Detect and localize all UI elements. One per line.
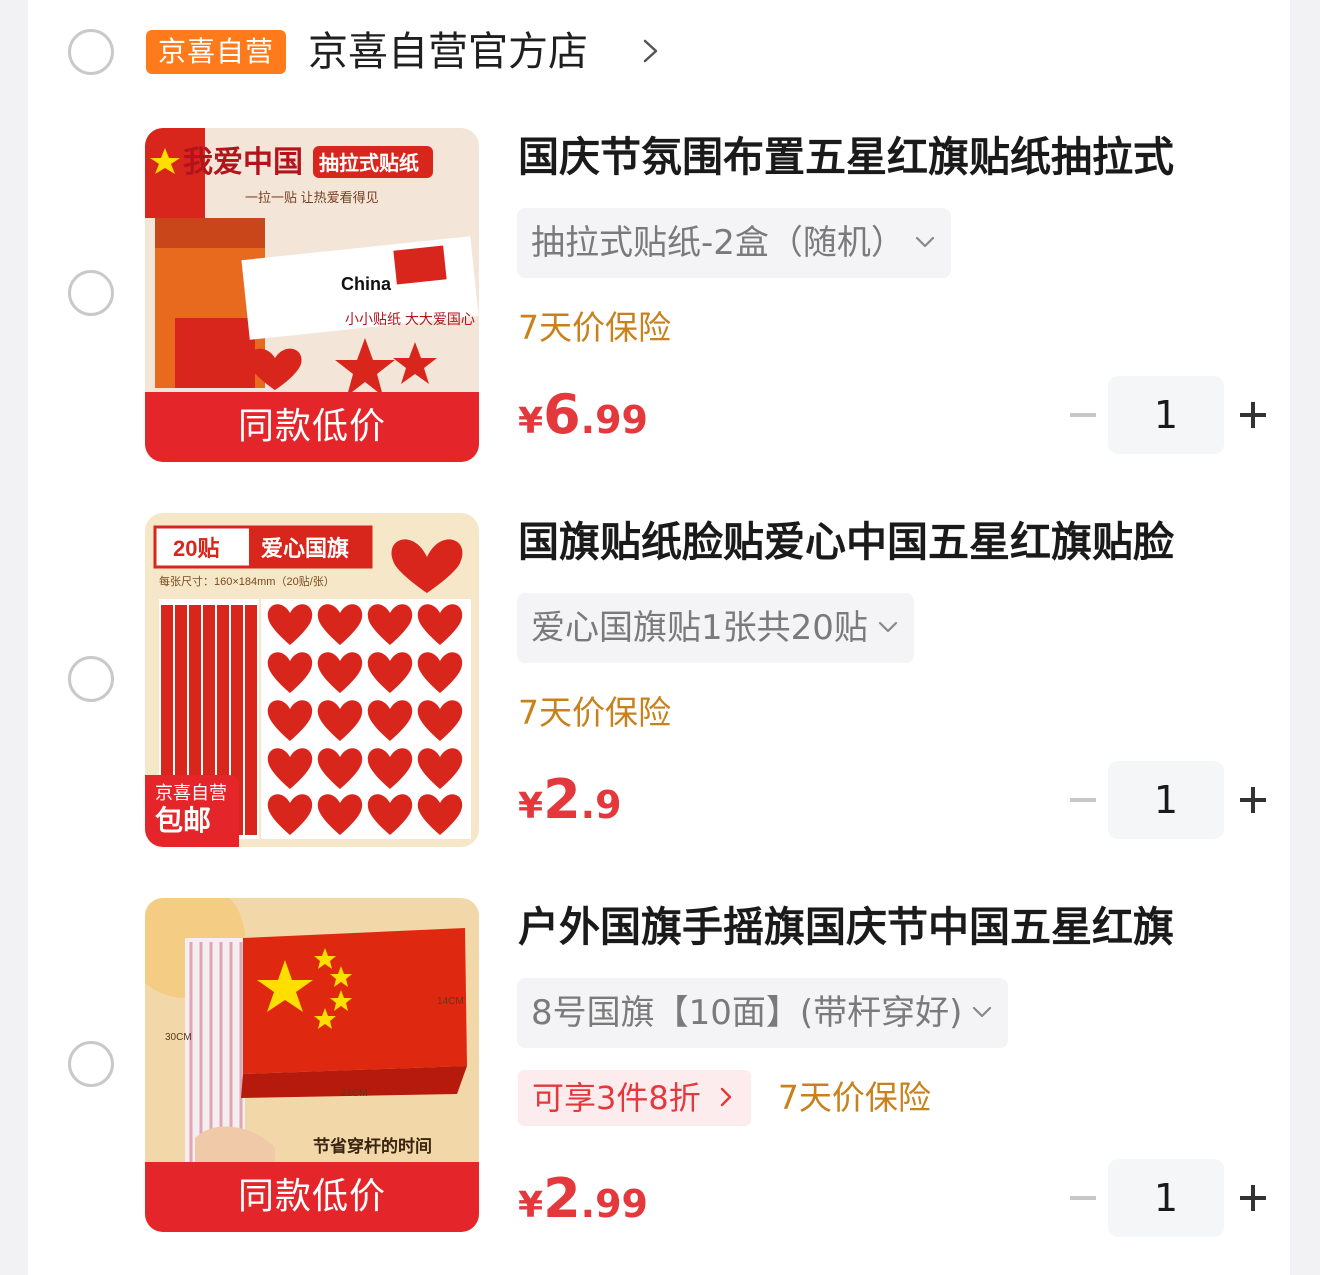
plus-icon-vertical — [1251, 402, 1255, 428]
minus-icon — [1070, 1196, 1096, 1200]
quantity-stepper: 1 — [1046, 1159, 1266, 1237]
badge-line-jingxi: 京喜自营 — [155, 783, 227, 804]
price-decimal: .99 — [580, 1182, 648, 1226]
chevron-down-icon — [915, 236, 935, 248]
variant-label: 抽拉式贴纸-2盒（随机） — [531, 223, 905, 263]
product-image[interactable]: 14CM 30CM 21CM 节省穿杆的时间 同款低价 — [145, 898, 479, 1232]
product-image[interactable]: 20贴 爱心国旗 每张尺寸：160×184mm（20贴/张） 京喜自营 包邮 — [145, 513, 479, 847]
price-decimal: .9 — [580, 783, 622, 827]
badge-line-free-shipping: 包邮 — [155, 804, 212, 837]
quantity-value[interactable]: 1 — [1108, 376, 1224, 454]
cart-item: 20贴 爱心国旗 每张尺寸：160×184mm（20贴/张） 京喜自营 包邮 国… — [28, 513, 1290, 853]
minus-icon — [1070, 413, 1096, 417]
cart-item: 我爱中国 抽拉式贴纸 一拉一贴 让热爱看得见 China 小小贴纸 大大爱国心 … — [28, 128, 1290, 468]
shop-header: 京喜自营 京喜自营官方店 — [28, 0, 1290, 105]
quantity-value[interactable]: 1 — [1108, 1159, 1224, 1237]
chevron-right-icon[interactable] — [636, 36, 666, 66]
variant-selector[interactable]: 抽拉式贴纸-2盒（随机） — [517, 208, 951, 278]
multi-buy-discount-tag[interactable]: 可享3件8折 — [518, 1070, 751, 1126]
variant-label: 8号国旗【10面】(带杆穿好) — [531, 993, 963, 1033]
item-select-radio[interactable] — [68, 270, 114, 316]
price-integer: 2 — [543, 1167, 581, 1230]
price-symbol: ¥ — [518, 1185, 544, 1226]
product-image[interactable]: 我爱中国 抽拉式贴纸 一拉一贴 让热爱看得见 China 小小贴纸 大大爱国心 … — [145, 128, 479, 462]
increase-quantity-button[interactable] — [1230, 376, 1280, 454]
plus-icon-vertical — [1251, 1185, 1255, 1211]
chevron-right-icon — [720, 1087, 731, 1107]
image-height-label: 14CM — [437, 996, 464, 1007]
minus-icon — [1070, 798, 1096, 802]
image-note: 小小贴纸 大大爱国心 — [345, 311, 475, 327]
product-title[interactable]: 国旗贴纸脸贴爱心中国五星红旗贴脸 — [518, 515, 1238, 569]
shop-select-radio[interactable] — [68, 29, 114, 75]
shop-badge: 京喜自营 — [146, 30, 287, 74]
increase-quantity-button[interactable] — [1230, 761, 1280, 839]
item-select-radio[interactable] — [68, 1041, 114, 1087]
image-product-name: 爱心国旗 — [261, 536, 349, 561]
image-width-label: 21CM — [341, 1088, 368, 1099]
decrease-quantity-button[interactable] — [1056, 761, 1112, 839]
price-integer: 2 — [543, 768, 581, 831]
image-subheadline: 抽拉式贴纸 — [319, 151, 419, 175]
variant-selector[interactable]: 爱心国旗贴1张共20贴 — [517, 593, 914, 663]
item-select-radio[interactable] — [68, 656, 114, 702]
image-size-note: 每张尺寸：160×184mm（20贴/张） — [159, 574, 335, 588]
image-count: 20贴 — [173, 536, 219, 561]
cart-shop-card: 京喜自营 京喜自营官方店 我爱中国 抽拉式贴纸 一拉一贴 让热爱看得见 Chin… — [28, 0, 1290, 1275]
chevron-down-icon — [878, 621, 898, 633]
tag-row: 7天价保险 — [518, 300, 671, 362]
chevron-down-icon — [973, 1006, 992, 1018]
same-low-price-badge: 同款低价 — [237, 1176, 386, 1217]
price-insurance-tag: 7天价保险 — [777, 1078, 931, 1117]
discount-label: 可享3件8折 — [532, 1079, 701, 1117]
image-headline: 我爱中国 — [183, 146, 303, 179]
shop-name-link[interactable]: 京喜自营官方店 — [308, 26, 588, 78]
plus-icon-vertical — [1251, 787, 1255, 813]
price-symbol: ¥ — [518, 401, 544, 442]
price-symbol: ¥ — [518, 786, 544, 827]
variant-selector[interactable]: 8号国旗【10面】(带杆穿好) — [517, 978, 1009, 1048]
product-title[interactable]: 国庆节氛围布置五星红旗贴纸抽拉式 — [518, 130, 1238, 184]
item-price: ¥6.99 — [518, 380, 648, 463]
quantity-stepper: 1 — [1046, 376, 1266, 454]
jingxi-free-shipping-badge: 京喜自营 包邮 — [145, 775, 239, 847]
tag-row: 可享3件8折 7天价保险 — [518, 1070, 931, 1132]
price-integer: 6 — [543, 383, 581, 446]
image-caption: 节省穿杆的时间 — [313, 1136, 432, 1156]
quantity-stepper: 1 — [1046, 761, 1266, 839]
same-low-price-badge: 同款低价 — [237, 406, 386, 447]
decrease-quantity-button[interactable] — [1056, 376, 1112, 454]
item-price: ¥2.99 — [518, 1164, 648, 1247]
decrease-quantity-button[interactable] — [1056, 1159, 1112, 1237]
image-slogan: 一拉一贴 让热爱看得见 — [245, 190, 379, 205]
price-insurance-tag: 7天价保险 — [518, 693, 671, 732]
product-title[interactable]: 户外国旗手摇旗国庆节中国五星红旗 — [518, 900, 1238, 954]
price-insurance-tag: 7天价保险 — [518, 308, 671, 347]
cart-item: 14CM 30CM 21CM 节省穿杆的时间 同款低价 户外国旗手摇旗国庆节中国… — [28, 898, 1290, 1238]
variant-label: 爱心国旗贴1张共20贴 — [531, 608, 868, 648]
image-sticker-text: China — [341, 274, 392, 294]
quantity-value[interactable]: 1 — [1108, 761, 1224, 839]
image-pole-label: 30CM — [165, 1032, 192, 1043]
item-price: ¥2.9 — [518, 765, 622, 848]
price-decimal: .99 — [580, 398, 648, 442]
increase-quantity-button[interactable] — [1230, 1159, 1280, 1237]
tag-row: 7天价保险 — [518, 685, 671, 747]
